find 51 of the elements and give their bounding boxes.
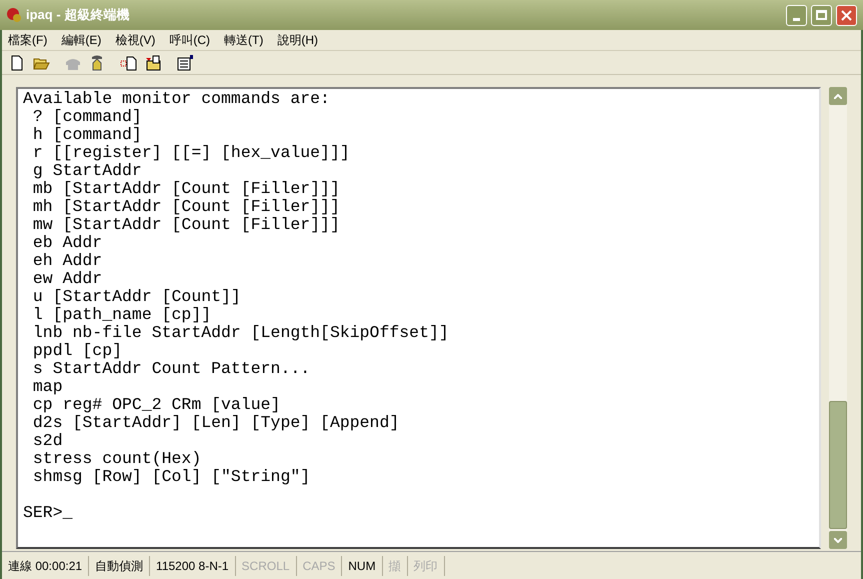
scroll-up-button[interactable]	[829, 87, 847, 105]
terminal-line: shmsg [Row] [Col] ["String"]	[32, 468, 312, 486]
close-icon	[841, 10, 852, 20]
terminal-line: map	[32, 378, 64, 396]
menu-item[interactable]: 檢視(V)	[115, 31, 156, 49]
terminal-line: Available monitor commands are:	[23, 90, 331, 108]
status-field: NUM	[342, 556, 383, 576]
status-field: SCROLL	[236, 556, 297, 576]
terminal-prompt: SER>_	[23, 504, 74, 522]
menu-item[interactable]: 檔案(F)	[8, 31, 48, 49]
terminal-line: eb Addr	[32, 234, 104, 252]
scroll-thumb[interactable]	[829, 401, 847, 529]
status-field: 115200 8-N-1	[150, 556, 236, 576]
terminal-line: ppdl [cp]	[32, 342, 124, 360]
properties-icon[interactable]	[176, 54, 194, 72]
terminal-line: ew Addr	[32, 270, 104, 288]
terminal-line: s2d	[32, 432, 64, 450]
terminal-line: mh [StartAddr [Count [Filler]]]	[32, 198, 341, 216]
app-icon	[6, 7, 22, 23]
terminal-line: ? [command]	[32, 108, 143, 126]
window-title: ipaq - 超級終端機	[26, 6, 130, 24]
status-field: 擷	[382, 556, 408, 576]
terminal-line: u [StartAddr [Count]]	[32, 288, 242, 306]
terminal-line: h [command]	[32, 126, 143, 144]
menu-item[interactable]: 呼叫(C)	[169, 31, 210, 49]
terminal-line: r [[register] [[=] [hex_value]]]	[32, 144, 351, 162]
terminal-line: l [path_name [cp]]	[32, 306, 212, 324]
close-button[interactable]	[836, 4, 857, 26]
minimize-button[interactable]	[786, 4, 807, 26]
status-field: 列印	[408, 556, 445, 576]
terminal-line: d2s [StartAddr] [Len] [Type] [Append]	[32, 414, 400, 432]
status-field: 連線 00:00:21	[2, 556, 90, 576]
terminal-line: mb [StartAddr [Count [Filler]]]	[32, 180, 341, 198]
status-field: 自動偵測	[89, 556, 150, 576]
maximize-button[interactable]	[811, 4, 832, 26]
terminal-line: g StartAddr	[32, 162, 143, 180]
terminal-line: mw [StartAddr [Count [Filler]]]	[32, 216, 341, 234]
terminal-line: lnb nb-file StartAddr [Length[SkipOffset]]	[32, 324, 450, 342]
menu-item[interactable]: 說明(H)	[277, 31, 318, 49]
send-document-icon[interactable]	[120, 54, 138, 72]
menu-item[interactable]: 編輯(E)	[61, 31, 102, 49]
terminal-line: eh Addr	[32, 252, 104, 270]
status-field: CAPS	[296, 556, 342, 576]
terminal-screen[interactable]	[16, 87, 821, 549]
menu-item[interactable]: 轉送(T)	[224, 31, 264, 49]
scrollbar[interactable]	[829, 87, 847, 549]
terminal-line: s StartAddr Count Pattern...	[32, 360, 312, 378]
receive-folder-icon[interactable]	[144, 54, 162, 72]
terminal-line: stress count(Hex)	[32, 450, 202, 468]
terminal-line: cp reg# OPC_2 CRm [value]	[32, 396, 282, 414]
scroll-down-button[interactable]	[829, 531, 847, 549]
